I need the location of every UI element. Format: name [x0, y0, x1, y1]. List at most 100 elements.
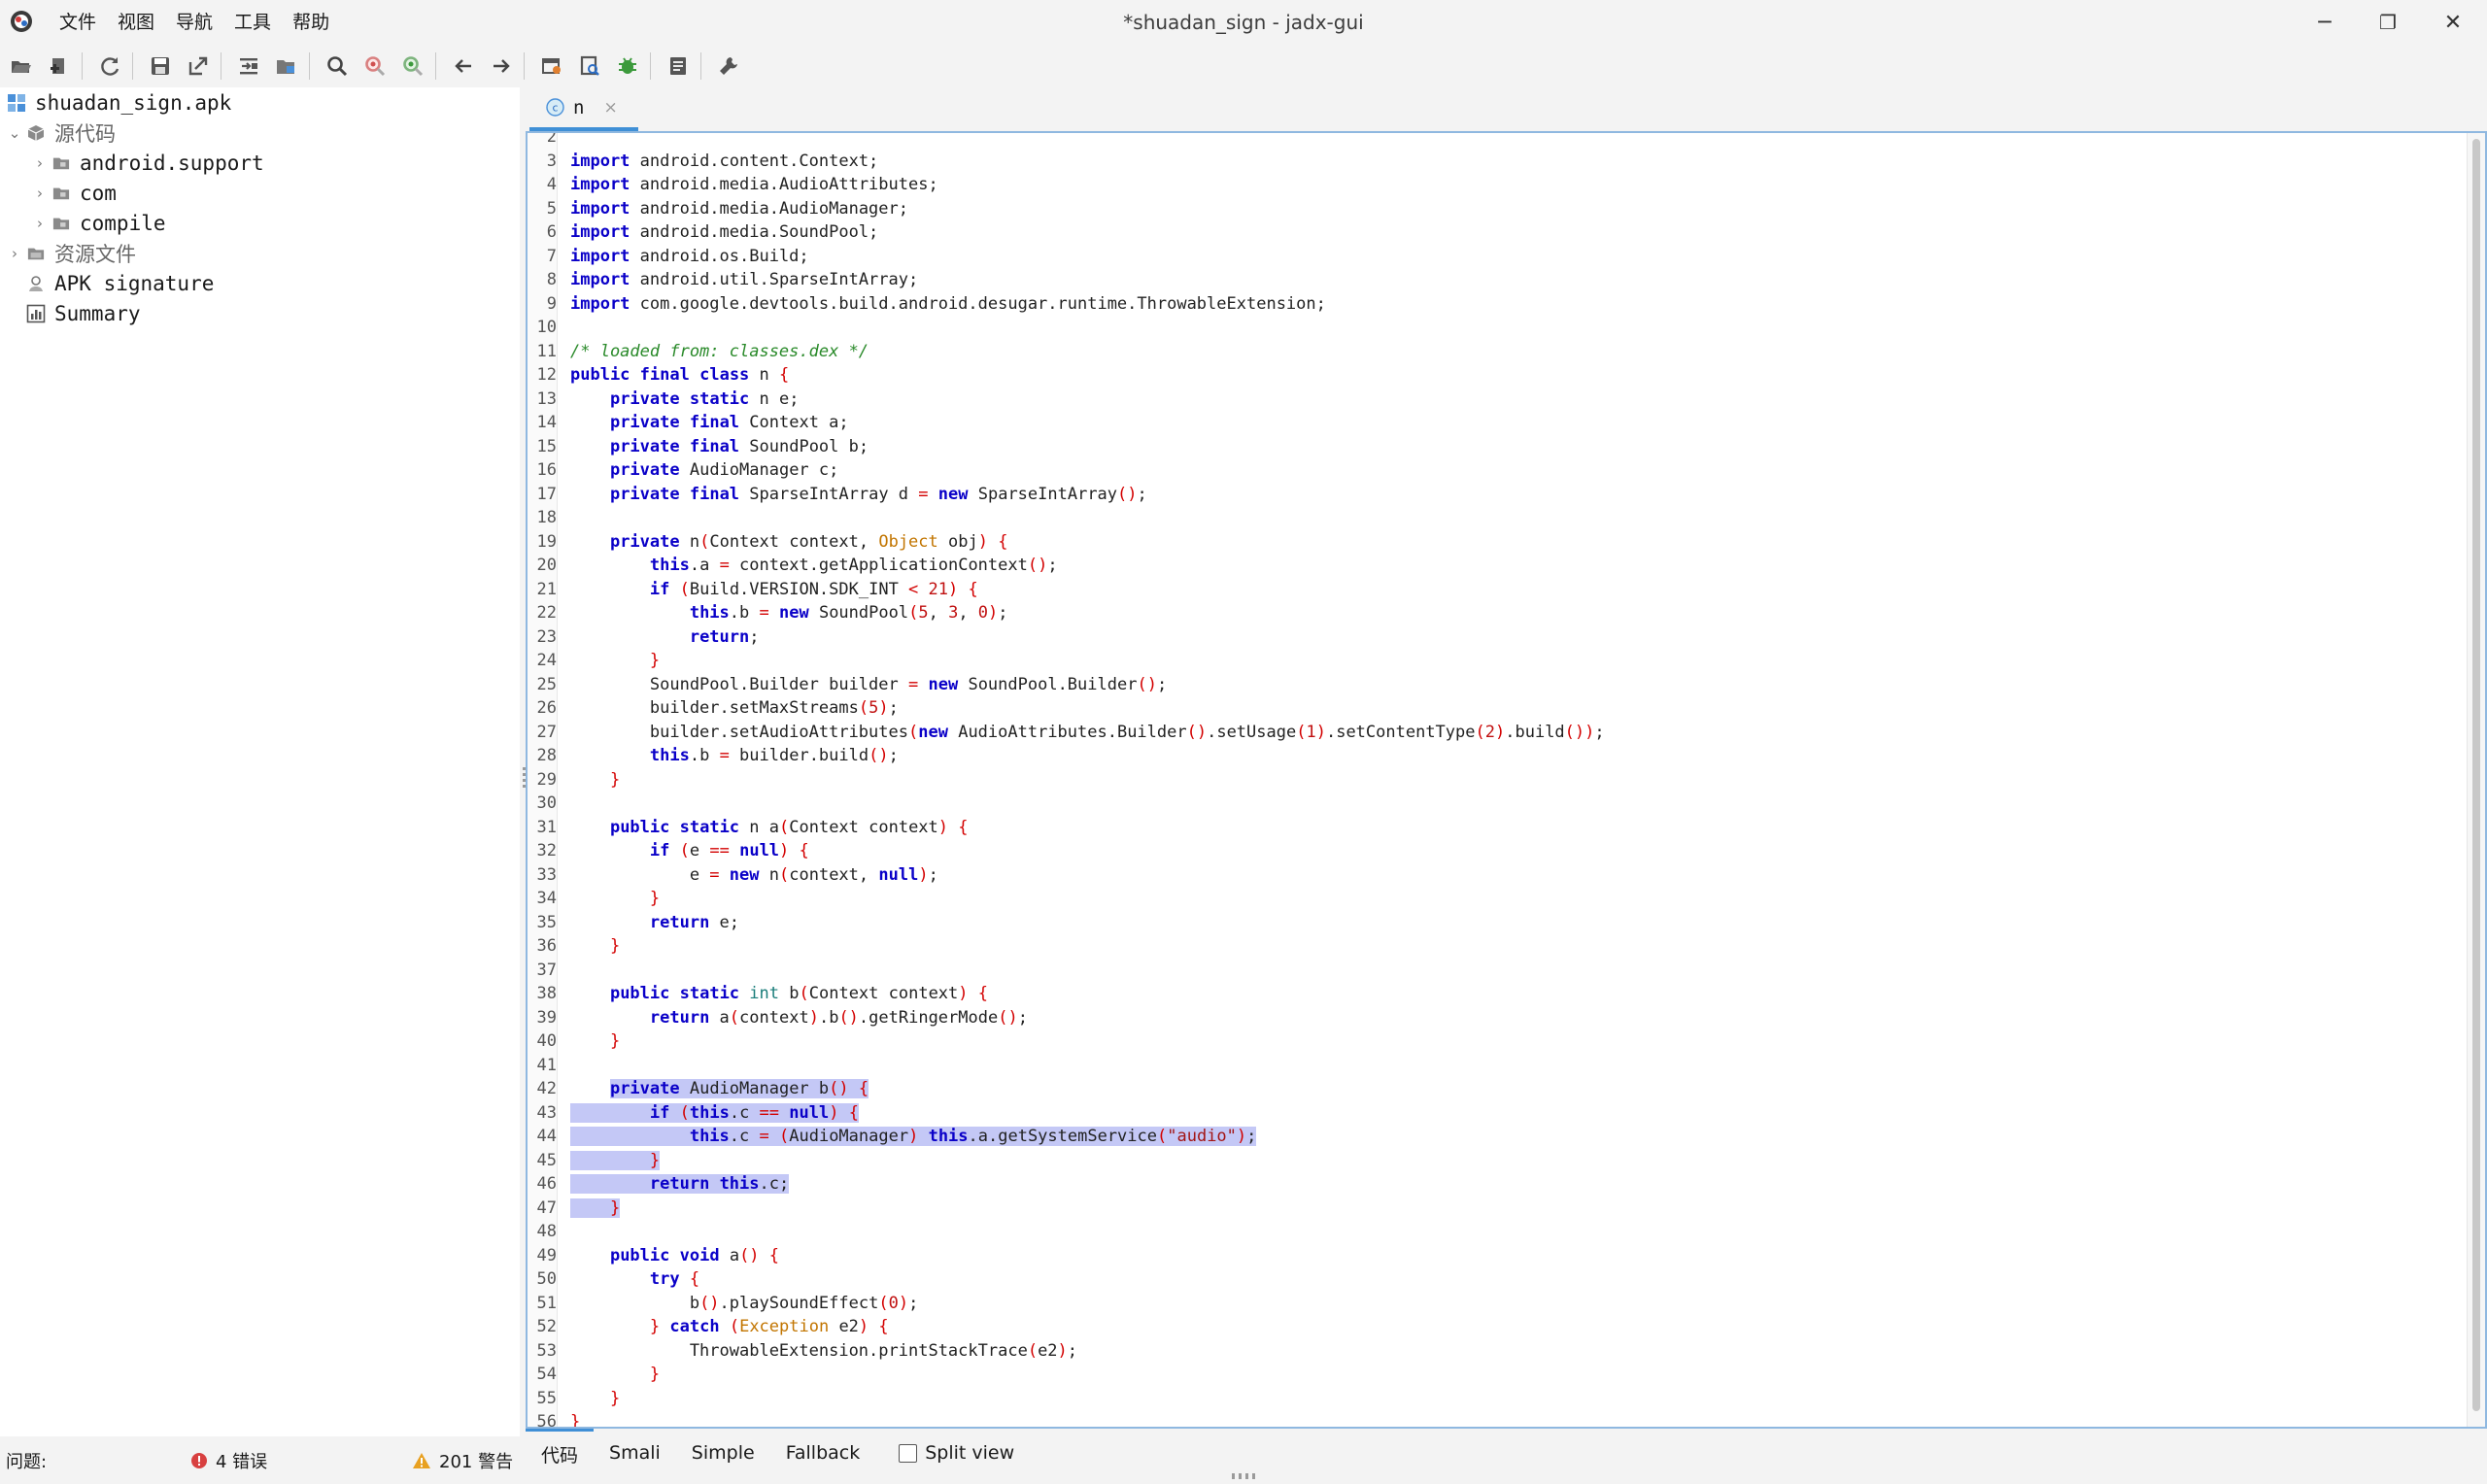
code-line[interactable]: import android.media.AudioManager;	[570, 197, 908, 220]
close-window-button[interactable]: ✕	[2424, 0, 2482, 45]
tree-source-code[interactable]: ⌄ 源代码	[4, 118, 116, 148]
expand-arrow-icon[interactable]: ›	[29, 185, 51, 202]
code-line[interactable]: }	[570, 768, 620, 792]
menu-help[interactable]: 帮助	[282, 0, 340, 45]
code-line[interactable]: if (Build.VERSION.SDK_INT < 21) {	[570, 578, 978, 601]
code-line[interactable]: }	[570, 1197, 621, 1220]
code-line[interactable]: import android.media.AudioAttributes;	[570, 173, 938, 196]
code-line[interactable]: return this.c;	[570, 1172, 790, 1196]
log-viewer-icon[interactable]	[662, 50, 695, 83]
tree-package-compile[interactable]: › compile	[29, 208, 166, 238]
forward-icon[interactable]	[485, 50, 518, 83]
resize-grip[interactable]	[1232, 1473, 1255, 1479]
code-line[interactable]: private n(Context context, Object obj) {	[570, 530, 1008, 554]
code-line[interactable]: this.b = new SoundPool(5, 3, 0);	[570, 601, 1008, 624]
code-line[interactable]: import android.util.SparseIntArray;	[570, 268, 918, 291]
debugger-icon[interactable]	[611, 50, 644, 83]
code-line[interactable]: }	[570, 1363, 660, 1386]
code-line[interactable]: import android.media.SoundPool;	[570, 220, 878, 244]
code-line[interactable]: this.a = context.getApplicationContext()…	[570, 554, 1058, 577]
tab-close-icon[interactable]: ×	[603, 98, 617, 118]
quick-tabs-icon[interactable]	[573, 50, 606, 83]
tree-resources[interactable]: › 资源文件	[4, 238, 136, 268]
export-icon[interactable]	[182, 50, 215, 83]
code-content[interactable]: 2 3 import android.content.Context; 4 import…	[528, 133, 2464, 1427]
tab-class-n[interactable]: c n ×	[529, 87, 638, 131]
code-line[interactable]: }	[570, 887, 660, 910]
code-line[interactable]: import android.os.Build;	[570, 245, 809, 268]
expand-arrow-icon[interactable]: ›	[4, 245, 25, 262]
add-files-icon[interactable]	[43, 50, 76, 83]
vertical-scrollbar[interactable]	[2467, 133, 2485, 1427]
tab-smali-view[interactable]: Smali	[594, 1429, 676, 1477]
code-line[interactable]: public static int b(Context context) {	[570, 982, 988, 1005]
menu-file[interactable]: 文件	[49, 0, 107, 45]
collapse-arrow-icon[interactable]: ⌄	[4, 124, 25, 142]
scrollbar-thumb[interactable]	[2472, 139, 2480, 1411]
code-line[interactable]: return e;	[570, 911, 739, 934]
code-line[interactable]: if (this.c == null) {	[570, 1101, 859, 1125]
tab-fallback-view[interactable]: Fallback	[770, 1429, 876, 1477]
find-usage-icon[interactable]	[358, 50, 392, 83]
maximize-button[interactable]: ❐	[2359, 0, 2417, 45]
menu-view[interactable]: 视图	[107, 0, 165, 45]
code-line[interactable]: } catch (Exception e2) {	[570, 1315, 889, 1338]
split-view-checkbox[interactable]	[899, 1443, 918, 1463]
sync-tree-icon[interactable]	[232, 50, 265, 83]
tree-summary[interactable]: Summary	[25, 298, 141, 328]
code-line[interactable]: }	[570, 1387, 620, 1410]
tree-package-android-support[interactable]: › android.support	[29, 148, 264, 178]
code-line[interactable]: import com.google.devtools.build.android…	[570, 292, 1326, 316]
code-line[interactable]: this.b = builder.build();	[570, 744, 899, 767]
errors-indicator[interactable]: 4 错误	[190, 1448, 267, 1473]
code-line[interactable]: private final SoundPool b;	[570, 435, 869, 458]
code-line[interactable]: }	[570, 649, 660, 672]
code-line[interactable]: }	[570, 1410, 580, 1427]
code-line[interactable]: SoundPool.Builder builder = new SoundPoo…	[570, 673, 1167, 696]
tree-package-com[interactable]: › com	[29, 178, 117, 208]
expand-arrow-icon[interactable]: ›	[29, 154, 51, 172]
code-line[interactable]: public void a() {	[570, 1244, 779, 1267]
code-line[interactable]: return;	[570, 625, 760, 649]
code-line[interactable]: private AudioManager c;	[570, 458, 838, 482]
code-line[interactable]: private static n e;	[570, 388, 800, 411]
menu-navigation[interactable]: 导航	[165, 0, 223, 45]
code-line[interactable]: this.c = (AudioManager) this.a.getSystem…	[570, 1125, 1257, 1148]
code-line[interactable]: import android.content.Context;	[570, 150, 878, 173]
code-line[interactable]: private final Context a;	[570, 411, 849, 434]
code-line[interactable]: public final class n {	[570, 363, 789, 387]
code-line[interactable]: public static n a(Context context) {	[570, 816, 969, 839]
code-line[interactable]: private final SparseIntArray d = new Spa…	[570, 483, 1147, 506]
preferences-wrench-icon[interactable]	[712, 50, 745, 83]
back-icon[interactable]	[447, 50, 480, 83]
deobfuscation-icon[interactable]	[535, 50, 568, 83]
flatten-packages-icon[interactable]	[270, 50, 303, 83]
reload-icon[interactable]	[93, 50, 126, 83]
expand-arrow-icon[interactable]: ›	[29, 215, 51, 232]
code-line[interactable]: e = new n(context, null);	[570, 863, 938, 887]
open-file-icon[interactable]	[5, 50, 38, 83]
code-line[interactable]: private AudioManager b() {	[570, 1077, 869, 1100]
code-line[interactable]: }	[570, 1029, 620, 1053]
minimize-button[interactable]: ─	[2296, 0, 2354, 45]
code-line[interactable]: }	[570, 1149, 661, 1172]
tab-code-view[interactable]: 代码	[526, 1429, 595, 1477]
code-line[interactable]: return a(context).b().getRingerMode();	[570, 1006, 1028, 1029]
code-editor[interactable]: 2 3 import android.content.Context; 4 import…	[526, 131, 2487, 1429]
split-view-toggle[interactable]: Split view	[899, 1442, 1014, 1464]
code-line[interactable]: builder.setAudioAttributes(new AudioAttr…	[570, 721, 1605, 744]
tree-apk-signature[interactable]: APK signature	[25, 268, 214, 298]
code-line[interactable]: ThrowableExtension.printStackTrace(e2);	[570, 1339, 1077, 1363]
find-class-icon[interactable]	[396, 50, 429, 83]
code-line[interactable]: }	[570, 934, 620, 958]
code-line[interactable]: if (e == null) {	[570, 839, 809, 862]
code-line[interactable]: b().playSoundEffect(0);	[570, 1292, 919, 1315]
menu-tools[interactable]: 工具	[223, 0, 282, 45]
code-line[interactable]: try {	[570, 1267, 699, 1291]
save-icon[interactable]	[144, 50, 177, 83]
tab-simple-view[interactable]: Simple	[676, 1429, 770, 1477]
code-line[interactable]: builder.setMaxStreams(5);	[570, 696, 899, 720]
warnings-indicator[interactable]: 201 警告	[412, 1448, 513, 1473]
search-icon[interactable]	[321, 50, 354, 83]
tree-root-apk[interactable]: shuadan_sign.apk	[6, 87, 231, 118]
